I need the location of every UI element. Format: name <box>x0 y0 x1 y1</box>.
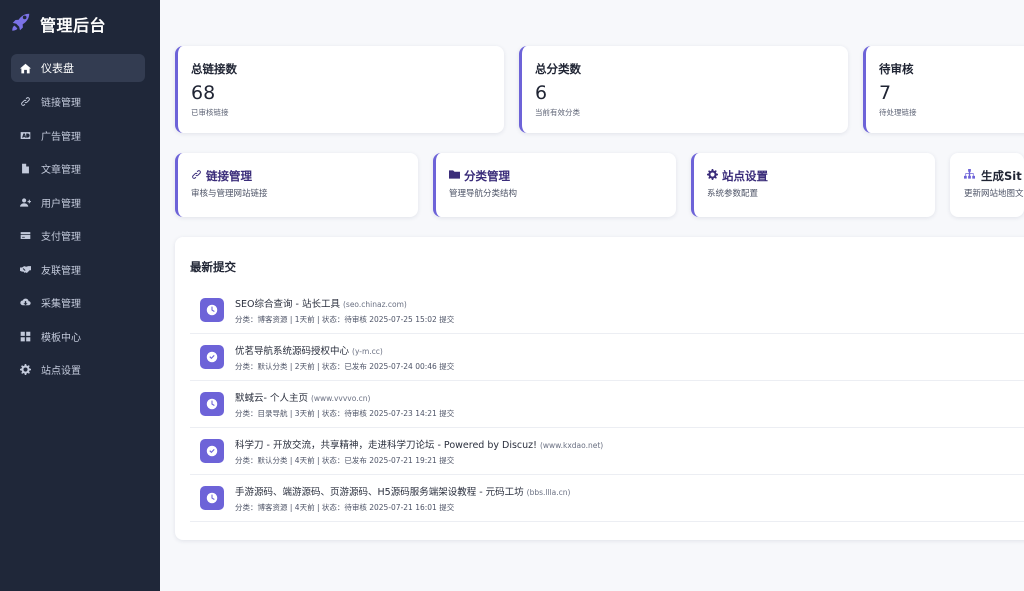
sidebar-item-label: 站点设置 <box>41 366 81 377</box>
submission-name[interactable]: 默蜮云- 个人主页 <box>235 393 308 404</box>
brand[interactable]: 管理后台 <box>10 11 106 37</box>
submission-domain: (seo.chinaz.com) <box>342 299 407 309</box>
sidebar-item-label: 仪表盘 <box>41 62 74 75</box>
stat-card-total-categories: 总分类数 6 当前有效分类 <box>519 46 848 133</box>
sidebar-item-ads[interactable]: 广告管理 <box>11 121 145 149</box>
stat-title: 总链接数 <box>191 62 237 76</box>
submission-domain: (y-m.cc) <box>352 346 383 356</box>
sidebar-item-payments[interactable]: 支付管理 <box>11 222 145 250</box>
check-icon <box>200 439 224 463</box>
action-subtitle: 更新网站地图文 <box>964 189 1024 199</box>
sidebar-item-label: 链接管理 <box>41 98 81 109</box>
stat-subtitle: 已审核链接 <box>191 108 229 117</box>
submission-name[interactable]: 优茗导航系统源码授权中心 <box>235 346 349 357</box>
stat-subtitle: 待处理链接 <box>879 108 917 117</box>
action-title: 链接管理 <box>206 169 252 183</box>
sidebar-item-collect[interactable]: 采集管理 <box>11 289 145 317</box>
clock-icon <box>200 392 224 416</box>
check-icon <box>200 345 224 369</box>
home-icon <box>19 62 31 74</box>
sidebar-item-templates[interactable]: 模板中心 <box>11 322 145 350</box>
submission-name[interactable]: SEO综合查询 - 站长工具 <box>235 299 340 310</box>
list-item[interactable]: 优茗导航系统源码授权中心 (y-m.cc) 分类：默认分类 | 2天前 | 状态：… <box>190 334 1024 381</box>
sidebar-item-label: 支付管理 <box>41 232 81 243</box>
list-item[interactable]: 手游源码、端游源码、页游源码、H5源码服务端架设教程 - 元码工坊 (bbs.ll… <box>190 475 1024 522</box>
sidebar-item-label: 用户管理 <box>41 198 81 210</box>
clock-icon <box>200 486 224 510</box>
stat-title: 待审核 <box>879 62 914 76</box>
action-card-sitemap[interactable]: 生成Sit 更新网站地图文 <box>950 153 1024 217</box>
submission-meta: 分类：默认分类 | 4天前 | 状态：已发布 2025-07-21 19:21 … <box>235 455 455 465</box>
submission-domain: (www.kxdao.net) <box>539 440 604 450</box>
sidebar-item-label: 文章管理 <box>41 165 81 176</box>
sidebar-menu: 仪表盘 链接管理 广告管理 文章管理 用户管理 支付管理 友联管理 采集管理 模… <box>11 54 145 389</box>
submission-domain: (www.vvvvo.cn) <box>310 393 371 403</box>
submission-meta: 分类：博客资源 | 1天前 | 状态：待审核 2025-07-25 15:02 … <box>235 314 455 324</box>
sidebar-item-label: 采集管理 <box>41 299 81 310</box>
sidebar-item-site-settings[interactable]: 站点设置 <box>11 356 145 384</box>
action-title: 站点设置 <box>722 169 768 183</box>
action-title: 生成Sit <box>981 169 1022 183</box>
list-item[interactable]: 科学刀 - 开放交流，共享精神，走进科学刀论坛 - Powered by Dis… <box>190 428 1024 475</box>
ad-icon <box>19 129 31 141</box>
stat-card-pending: 待审核 7 待处理链接 <box>863 46 1024 133</box>
sitemap-icon <box>964 169 981 183</box>
stat-title: 总分类数 <box>535 62 581 76</box>
sidebar-item-articles[interactable]: 文章管理 <box>11 155 145 183</box>
submission-list: SEO综合查询 - 站长工具 (seo.chinaz.com) 分类：博客资源 |… <box>190 287 1024 522</box>
sidebar-item-dashboard[interactable]: 仪表盘 <box>11 54 145 82</box>
action-card-site-settings[interactable]: 站点设置 系统参数配置 <box>691 153 935 217</box>
rocket-icon <box>10 11 32 37</box>
action-card-categories[interactable]: 分类管理 管理导航分类结构 <box>433 153 676 217</box>
stat-value: 7 <box>879 82 892 104</box>
gear-icon <box>707 169 722 183</box>
stat-subtitle: 当前有效分类 <box>535 108 580 117</box>
action-subtitle: 审核与管理网站链接 <box>191 189 268 199</box>
submission-name[interactable]: 手游源码、端游源码、页游源码、H5源码服务端架设教程 - 元码工坊 <box>235 487 524 498</box>
latest-submissions-panel: 最新提交 SEO综合查询 - 站长工具 (seo.chinaz.com) 分类：博… <box>175 237 1024 540</box>
clock-icon <box>200 298 224 322</box>
credit-card-icon <box>19 230 31 242</box>
folder-icon <box>449 169 464 183</box>
sidebar-item-links[interactable]: 链接管理 <box>11 88 145 116</box>
submission-meta: 分类：目录导航 | 3天前 | 状态：待审核 2025-07-23 14:21 … <box>235 408 455 418</box>
panel-title: 最新提交 <box>190 260 236 274</box>
sidebar-item-label: 广告管理 <box>41 131 81 143</box>
action-title: 分类管理 <box>464 169 510 183</box>
action-subtitle: 管理导航分类结构 <box>449 189 518 199</box>
stat-value: 68 <box>191 82 216 104</box>
sidebar-item-label: 模板中心 <box>41 332 81 344</box>
submission-name[interactable]: 科学刀 - 开放交流，共享精神，走进科学刀论坛 - Powered by Dis… <box>235 440 537 451</box>
list-item[interactable]: SEO综合查询 - 站长工具 (seo.chinaz.com) 分类：博客资源 |… <box>190 287 1024 334</box>
sidebar-item-users[interactable]: 用户管理 <box>11 188 145 216</box>
stat-value: 6 <box>535 82 548 104</box>
gear-icon <box>19 364 31 376</box>
users-icon <box>19 196 31 208</box>
brand-title: 管理后台 <box>40 16 107 35</box>
sidebar-item-friend-links[interactable]: 友联管理 <box>11 255 145 283</box>
cloud-download-icon <box>19 297 31 309</box>
submission-meta: 分类：默认分类 | 2天前 | 状态：已发布 2025-07-24 00:46 … <box>235 361 455 371</box>
submission-domain: (bbs.llla.cn) <box>526 487 571 497</box>
file-icon <box>19 163 31 175</box>
link-icon <box>19 96 31 108</box>
sidebar-item-label: 友联管理 <box>41 265 81 277</box>
grid-icon <box>19 330 31 342</box>
sidebar: 管理后台 仪表盘 链接管理 广告管理 文章管理 用户管理 支付管理 友联管理 采… <box>0 0 160 591</box>
action-card-links[interactable]: 链接管理 审核与管理网站链接 <box>175 153 418 217</box>
submission-meta: 分类：博客资源 | 4天前 | 状态：待审核 2025-07-21 16:01 … <box>235 502 455 512</box>
stat-card-total-links: 总链接数 68 已审核链接 <box>175 46 504 133</box>
action-subtitle: 系统参数配置 <box>707 189 759 199</box>
handshake-icon <box>19 263 31 275</box>
list-item[interactable]: 默蜮云- 个人主页 (www.vvvvo.cn) 分类：目录导航 | 3天前 | … <box>190 381 1024 428</box>
link-icon <box>191 169 206 183</box>
